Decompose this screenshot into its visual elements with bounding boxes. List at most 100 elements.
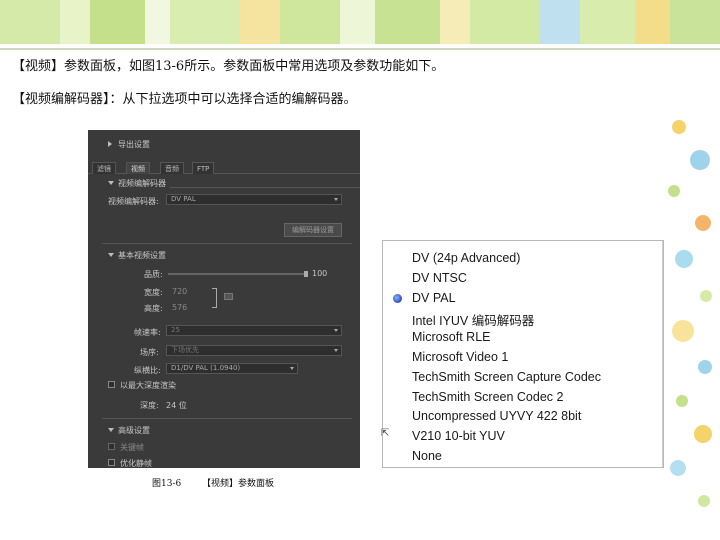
decor-dot bbox=[675, 250, 693, 268]
quality-value[interactable]: 100 bbox=[312, 269, 327, 278]
field-order-value: 下场优先 bbox=[171, 346, 199, 354]
quality-slider-handle[interactable] bbox=[304, 271, 308, 277]
band-stripe bbox=[580, 0, 635, 44]
selected-radio-icon bbox=[393, 294, 402, 303]
section-divider bbox=[170, 187, 360, 188]
band-stripe bbox=[670, 0, 720, 44]
band-stripe bbox=[470, 0, 540, 44]
band-stripe bbox=[340, 0, 375, 44]
decor-dot bbox=[672, 320, 694, 342]
codec-option-dv-ntsc[interactable]: DV NTSC bbox=[412, 271, 467, 285]
height-value[interactable]: 576 bbox=[172, 303, 187, 312]
chevron-down-icon bbox=[290, 367, 294, 370]
codec-option-uncompressed-uyvy[interactable]: Uncompressed UYVY 422 8bit bbox=[412, 409, 581, 423]
band-rule bbox=[0, 48, 720, 50]
frame-rate-dropdown[interactable]: 25 bbox=[166, 325, 342, 336]
band-stripe bbox=[540, 0, 580, 44]
quality-slider[interactable] bbox=[168, 273, 306, 275]
figure-caption: 【视频】参数面板 bbox=[202, 479, 275, 489]
band-stripe bbox=[375, 0, 440, 44]
decor-dot bbox=[668, 185, 680, 197]
collapse-arrow-icon[interactable] bbox=[108, 428, 114, 432]
band-stripe bbox=[0, 0, 60, 44]
optimize-stills-label: 优化静帧 bbox=[120, 459, 152, 468]
keyframe-checkbox[interactable] bbox=[108, 443, 115, 450]
decor-dot bbox=[672, 120, 686, 134]
field-order-dropdown[interactable]: 下场优先 bbox=[166, 345, 342, 356]
mouse-cursor-icon: ⇱ bbox=[381, 428, 390, 439]
band-stripe bbox=[440, 0, 470, 44]
tab-video[interactable]: 视频 bbox=[126, 162, 150, 174]
band-stripe bbox=[280, 0, 340, 44]
chevron-down-icon bbox=[334, 198, 338, 201]
codec-option-v210[interactable]: V210 10-bit YUV bbox=[412, 429, 505, 443]
band-stripe bbox=[90, 0, 145, 44]
decor-dot bbox=[676, 395, 688, 407]
quality-label: 品质: bbox=[144, 270, 163, 279]
codec-option-dv-24p[interactable]: DV (24p Advanced) bbox=[412, 251, 520, 265]
width-value[interactable]: 720 bbox=[172, 287, 187, 296]
collapse-arrow-icon[interactable] bbox=[108, 253, 114, 257]
decor-dot bbox=[694, 425, 712, 443]
decor-dot bbox=[695, 215, 711, 231]
top-decoration-band bbox=[0, 0, 720, 50]
band-stripe bbox=[60, 0, 90, 44]
decor-dot bbox=[700, 290, 712, 302]
tab-audio[interactable]: 音频 bbox=[160, 162, 184, 174]
aspect-value: D1/DV PAL (1.0940) bbox=[171, 364, 241, 372]
decor-dot bbox=[670, 460, 686, 476]
codec-option-none[interactable]: None bbox=[412, 449, 442, 463]
collapse-arrow-icon[interactable] bbox=[108, 181, 114, 185]
codec-settings-button[interactable]: 编解码器设置 bbox=[284, 223, 342, 237]
frame-rate-label: 帧速率: bbox=[134, 328, 161, 337]
codec-option-techsmith-codec2[interactable]: TechSmith Screen Codec 2 bbox=[412, 390, 563, 404]
codec-section-title: 视频编解码器 bbox=[118, 179, 166, 188]
width-label: 宽度: bbox=[144, 288, 163, 297]
max-depth-checkbox[interactable] bbox=[108, 381, 115, 388]
tab-filters[interactable]: 滤镜 bbox=[92, 162, 116, 174]
band-stripe bbox=[635, 0, 670, 44]
field-order-label: 场序: bbox=[140, 348, 159, 357]
codec-dropdown[interactable]: DV PAL bbox=[166, 194, 342, 205]
list-edge bbox=[662, 241, 663, 467]
keyframe-label: 关键帧 bbox=[120, 443, 144, 452]
chain-link-icon[interactable] bbox=[224, 293, 233, 300]
codec-option-intel-iyuv[interactable]: Intel IYUV 编码解码器 bbox=[412, 310, 534, 329]
section-divider bbox=[102, 418, 352, 419]
aspect-dropdown[interactable]: D1/DV PAL (1.0940) bbox=[166, 363, 298, 374]
link-bracket bbox=[212, 288, 217, 308]
chevron-down-icon bbox=[334, 349, 338, 352]
codec-option-techsmith-capture[interactable]: TechSmith Screen Capture Codec bbox=[412, 370, 601, 384]
depth-value: 24 位 bbox=[166, 401, 187, 410]
aspect-label: 纵横比: bbox=[134, 366, 161, 375]
codec-option-ms-rle[interactable]: Microsoft RLE bbox=[412, 330, 491, 344]
tab-ftp[interactable]: FTP bbox=[192, 162, 215, 174]
max-depth-label: 以最大深度渲染 bbox=[120, 381, 176, 390]
basic-video-section-title: 基本视频设置 bbox=[118, 251, 166, 260]
frame-rate-value: 25 bbox=[171, 326, 180, 334]
depth-label: 深度: bbox=[140, 401, 159, 410]
export-settings-header[interactable]: 导出设置 bbox=[118, 139, 150, 150]
band-stripe bbox=[240, 0, 280, 44]
band-stripe bbox=[145, 0, 170, 44]
chevron-down-icon bbox=[334, 329, 338, 332]
decor-dot bbox=[698, 495, 710, 507]
tab-bar: 滤镜 视频 音频 FTP bbox=[88, 160, 360, 174]
expand-arrow-icon[interactable] bbox=[108, 141, 112, 147]
optimize-stills-checkbox[interactable] bbox=[108, 459, 115, 466]
decor-dot bbox=[690, 150, 710, 170]
figure-number: 图13-6 bbox=[152, 479, 182, 489]
intro-paragraph: 【视频】参数面板，如图13-6所示。参数面板中常用选项及参数功能如下。 bbox=[12, 59, 445, 74]
codec-label: 视频编解码器: bbox=[108, 197, 159, 206]
codec-options-list: DV (24p Advanced) DV NTSC DV PAL Intel I… bbox=[382, 240, 664, 468]
codec-option-ms-video1[interactable]: Microsoft Video 1 bbox=[412, 350, 508, 364]
advanced-section-title: 高级设置 bbox=[118, 426, 150, 435]
band-stripe bbox=[170, 0, 240, 44]
codec-description: 【视频编解码器】：从下拉选项中可以选择合适的编解码器。 bbox=[12, 92, 357, 107]
decor-dot bbox=[698, 360, 712, 374]
video-settings-panel: 导出设置 滤镜 视频 音频 FTP 视频编解码器 视频编解码器: DV PAL … bbox=[88, 130, 360, 468]
codec-dropdown-value: DV PAL bbox=[171, 195, 196, 203]
height-label: 高度: bbox=[144, 304, 163, 313]
codec-option-dv-pal[interactable]: DV PAL bbox=[412, 291, 456, 305]
section-divider bbox=[102, 243, 352, 244]
